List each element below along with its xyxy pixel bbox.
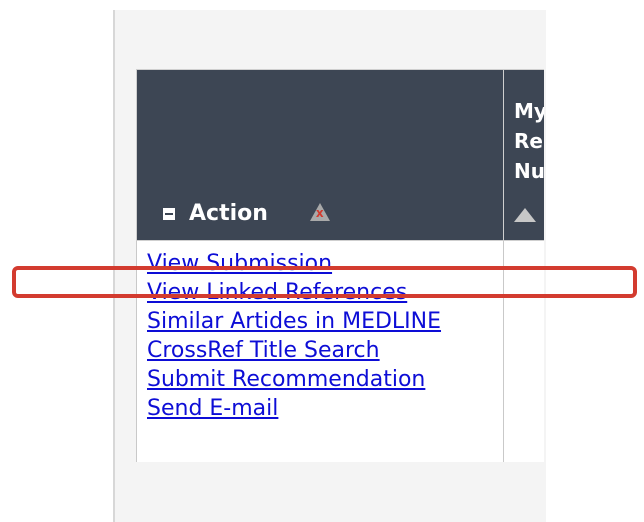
sort-up-icon[interactable] <box>514 208 536 222</box>
crossref-title-search-link[interactable]: CrossRef Title Search <box>147 336 503 365</box>
next-header-label: My Re Nu <box>514 99 544 183</box>
collapse-icon[interactable] <box>163 207 175 220</box>
next-column-header: My Re Nu <box>503 69 544 241</box>
action-column-header: Action <box>136 69 504 241</box>
action-header-label: Action <box>189 201 268 226</box>
table-body: View Submission View Linked References S… <box>136 240 544 462</box>
action-header-content: Action <box>137 201 503 240</box>
view-linked-references-link[interactable]: View Linked References <box>147 278 503 307</box>
table-row: View Submission View Linked References S… <box>136 240 544 462</box>
submit-recommendation-link[interactable]: Submit Recommendation <box>147 365 503 394</box>
next-column-cell <box>503 240 544 462</box>
sort-control <box>504 204 544 240</box>
action-cell: View Submission View Linked References S… <box>136 240 504 462</box>
table-header: Action My Re Nu <box>136 69 544 241</box>
view-submission-link[interactable]: View Submission <box>147 249 503 278</box>
sort-warning-icon[interactable] <box>309 202 330 221</box>
similar-articles-medline-link[interactable]: Similar Artides in MEDLINE <box>147 307 503 336</box>
results-table-wrapper: Action My Re Nu View Submission View <box>136 69 544 462</box>
action-links-list: View Submission View Linked References S… <box>137 241 503 423</box>
header-row: Action My Re Nu <box>136 69 544 241</box>
results-table: Action My Re Nu View Submission View <box>136 69 544 462</box>
send-email-link[interactable]: Send E-mail <box>147 394 503 423</box>
